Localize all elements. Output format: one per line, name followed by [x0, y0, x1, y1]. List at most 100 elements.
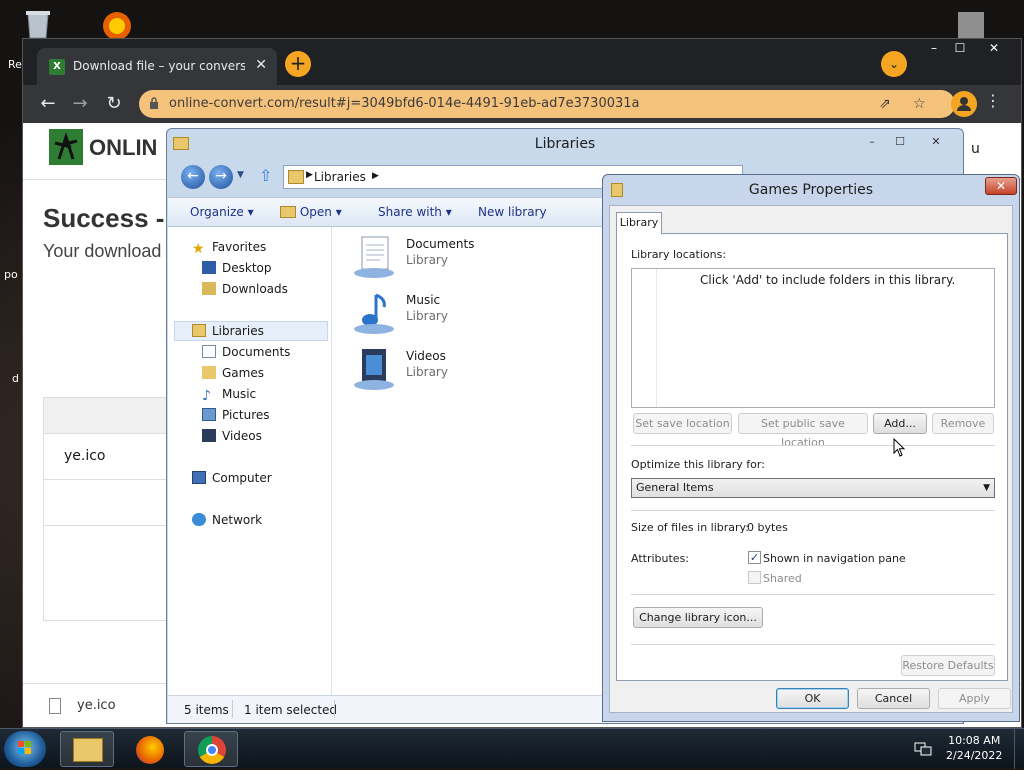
- nav-item-libraries[interactable]: Libraries: [192, 321, 264, 341]
- ok-button[interactable]: OK: [776, 688, 849, 709]
- set-save-location-button[interactable]: Set save location: [633, 413, 732, 434]
- explorer-title: Libraries: [534, 136, 596, 152]
- size-value: 0 bytes: [747, 521, 788, 534]
- network-tray-icon[interactable]: [914, 741, 932, 757]
- recycle-bin-icon[interactable]: [18, 8, 58, 40]
- set-public-save-location-button[interactable]: Set public save location: [738, 413, 868, 449]
- desktop-file-icon[interactable]: [952, 10, 992, 38]
- shared-label: Shared: [763, 572, 802, 585]
- address-bar[interactable]: online-convert.com/result#j=3049bfd6-014…: [139, 90, 955, 118]
- tab-search-button[interactable]: ⌄: [881, 51, 907, 77]
- mouse-cursor-icon: [893, 438, 906, 457]
- system-clock[interactable]: 10:08 AM 2/24/2022: [946, 733, 1002, 763]
- selection-count: 1 item selected: [244, 703, 338, 717]
- nav-item-games[interactable]: Games: [202, 363, 264, 383]
- downloaded-file-name[interactable]: ye.ico: [77, 698, 116, 713]
- forward-button[interactable]: →: [69, 93, 91, 115]
- explorer-minimize-button[interactable]: –: [859, 133, 885, 151]
- share-icon[interactable]: ⇗: [879, 96, 891, 112]
- music-note-icon: ♪: [202, 388, 211, 404]
- history-dropdown-icon[interactable]: ▼: [237, 170, 244, 180]
- libraries-folder-icon: [288, 170, 304, 184]
- chevron-down-icon: ▼: [983, 483, 990, 493]
- breadcrumb-chevron-icon[interactable]: ▶: [372, 171, 379, 181]
- nav-item-pictures[interactable]: Pictures: [202, 405, 270, 425]
- bookmark-star-icon[interactable]: ☆: [913, 96, 926, 112]
- taskbar-firefox-button[interactable]: [122, 731, 176, 767]
- library-tab-panel: Library locations: Click 'Add' to includ…: [616, 233, 1008, 681]
- organize-button[interactable]: Organize ▾: [190, 205, 254, 219]
- table-row: [44, 480, 172, 526]
- restore-defaults-button[interactable]: Restore Defaults: [901, 655, 995, 676]
- remove-button[interactable]: Remove: [932, 413, 994, 434]
- page-right-text: u: [971, 141, 980, 157]
- apply-button[interactable]: Apply: [938, 688, 1011, 709]
- table-row[interactable]: ye.ico: [44, 434, 172, 480]
- start-button[interactable]: [4, 731, 46, 767]
- close-window-button[interactable]: ✕: [981, 41, 1007, 55]
- tab-close-icon[interactable]: ✕: [255, 57, 267, 73]
- nav-item-network[interactable]: Network: [192, 510, 262, 530]
- divider: [631, 644, 995, 645]
- tab-library[interactable]: Library: [616, 212, 662, 234]
- taskbar-chrome-button[interactable]: [184, 731, 238, 767]
- nav-item-desktop[interactable]: Desktop: [202, 258, 272, 278]
- new-library-button[interactable]: New library: [478, 205, 547, 219]
- explorer-close-button[interactable]: ✕: [923, 133, 949, 151]
- file-table-header: [44, 398, 172, 434]
- show-desktop-button[interactable]: [1014, 729, 1024, 769]
- tab-strip: X Download file – your conversion ✕ + ⌄ …: [23, 39, 1021, 85]
- nav-item-computer[interactable]: Computer: [192, 468, 272, 488]
- nav-item-downloads[interactable]: Downloads: [202, 279, 288, 299]
- up-arrow-icon[interactable]: ⇧: [259, 166, 272, 185]
- optimize-label: Optimize this library for:: [631, 458, 765, 471]
- file-table: ye.ico: [43, 397, 173, 621]
- online-convert-favicon-icon: X: [49, 59, 65, 75]
- breadcrumb-chevron-icon[interactable]: ▶: [306, 170, 313, 180]
- cancel-button[interactable]: Cancel: [857, 688, 930, 709]
- reload-button[interactable]: ↻: [103, 93, 125, 115]
- documents-icon: [202, 345, 216, 358]
- library-locations-list[interactable]: Click 'Add' to include folders in this l…: [631, 268, 995, 408]
- desktop-label-fragment: po: [4, 268, 18, 281]
- minimize-button[interactable]: –: [921, 41, 947, 55]
- breadcrumb[interactable]: Libraries: [314, 170, 366, 184]
- back-button[interactable]: ←: [37, 93, 59, 115]
- back-arrow-icon[interactable]: ←: [181, 165, 205, 189]
- optimize-select[interactable]: General Items ▼: [631, 478, 995, 498]
- videos-library-icon: [354, 349, 394, 390]
- item-name: Videos: [406, 349, 446, 363]
- empty-list-hint: Click 'Add' to include folders in this l…: [700, 273, 956, 287]
- optimize-value: General Items: [636, 481, 714, 494]
- shown-in-navigation-checkbox[interactable]: ✓: [748, 551, 761, 564]
- new-tab-button[interactable]: +: [285, 51, 311, 77]
- profile-avatar[interactable]: [951, 91, 977, 117]
- dialog-close-button[interactable]: ✕: [985, 177, 1017, 195]
- dialog-title: Games Properties: [748, 182, 874, 198]
- nav-item-documents[interactable]: Documents: [202, 342, 290, 362]
- shared-checkbox[interactable]: [748, 571, 761, 584]
- forward-arrow-icon[interactable]: →: [209, 165, 233, 189]
- taskbar-explorer-button[interactable]: [60, 731, 114, 767]
- nav-item-favorites[interactable]: ★ Favorites: [192, 237, 266, 257]
- explorer-maximize-button[interactable]: ☐: [887, 133, 913, 151]
- menu-kebab-icon[interactable]: ⋮: [985, 91, 1001, 110]
- shown-in-navigation-label[interactable]: Shown in navigation pane: [763, 552, 906, 565]
- maximize-button[interactable]: ☐: [947, 41, 973, 55]
- add-button[interactable]: Add...: [873, 413, 927, 434]
- item-type: Library: [406, 309, 448, 323]
- nav-item-music[interactable]: ♪ Music: [202, 384, 256, 404]
- site-name[interactable]: ONLIN: [89, 135, 157, 161]
- share-with-button[interactable]: Share with ▾: [378, 205, 452, 219]
- online-convert-logo-icon[interactable]: [49, 129, 83, 165]
- status-divider: [232, 700, 233, 718]
- item-count: 5 items: [184, 703, 229, 717]
- tab-download-file[interactable]: X Download file – your conversion ✕: [37, 48, 277, 85]
- firefox-desktop-icon[interactable]: [94, 4, 140, 40]
- item-type: Library: [406, 253, 448, 267]
- nav-item-videos[interactable]: Videos: [202, 426, 262, 446]
- download-subtitle: Your download: [43, 241, 162, 261]
- change-library-icon-button[interactable]: Change library icon...: [633, 607, 763, 628]
- open-button[interactable]: Open ▾: [280, 205, 342, 219]
- games-properties-dialog: Games Properties ✕ Library Library locat…: [602, 174, 1020, 722]
